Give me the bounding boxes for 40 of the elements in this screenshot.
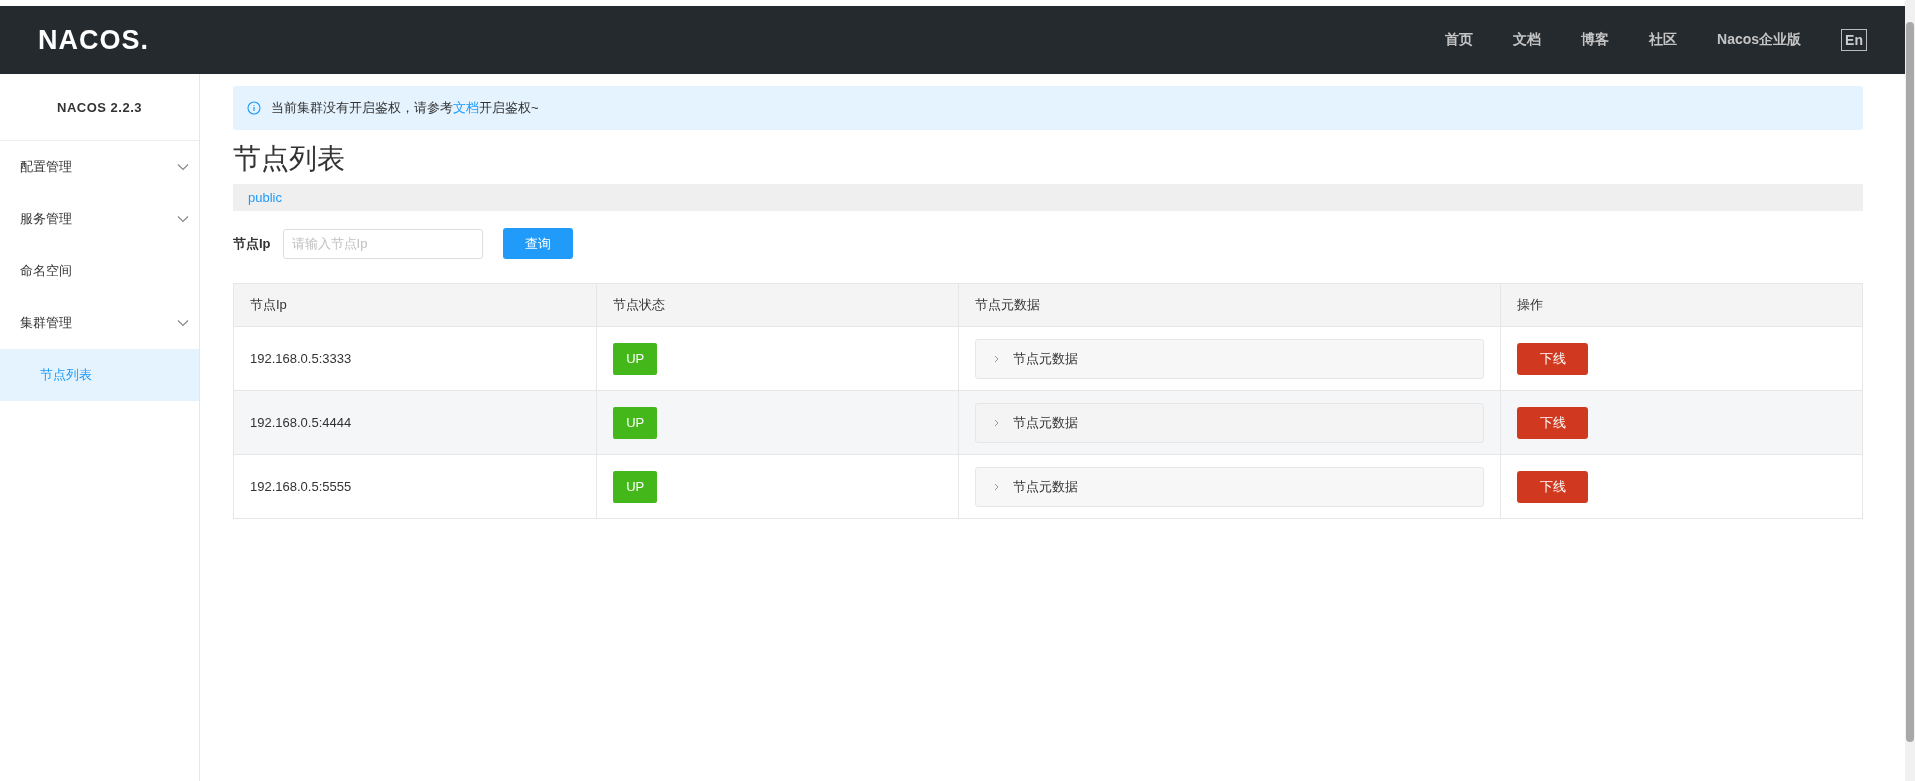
table-cell: 192.168.0.5:3333: [233, 326, 597, 391]
page-title: 节点列表: [233, 142, 346, 176]
sidebar-item[interactable]: 集群管理: [0, 297, 199, 349]
nav-link[interactable]: Nacos企业版: [1717, 31, 1802, 49]
column-header: 节点Ip: [233, 283, 597, 327]
chevron-right-icon: [993, 354, 999, 363]
chevron-down-icon: [177, 163, 189, 171]
node-ip-input[interactable]: 请输入节点Ip: [282, 228, 483, 259]
status-tag: UP: [613, 342, 658, 375]
search-label: 节点Ip: [233, 234, 271, 253]
nav-link[interactable]: 博客: [1581, 31, 1610, 49]
offline-button[interactable]: 下线: [1517, 406, 1589, 439]
notice-text: 当前集群没有开启鉴权，请参考文档开启鉴权~: [271, 99, 539, 117]
chevron-right-icon: [993, 482, 999, 491]
chevron-right-icon: [993, 418, 999, 427]
column-header: 节点元数据: [958, 283, 1501, 327]
chevron-down-icon: [177, 215, 189, 223]
chevron-down-icon: [177, 319, 189, 327]
version-title: NACOS 2.2.3: [57, 99, 142, 115]
status-tag: UP: [613, 406, 658, 439]
table-cell: 192.168.0.5:4444: [233, 390, 597, 455]
language-button[interactable]: En: [1841, 29, 1867, 51]
sidebar-item[interactable]: 配置管理: [0, 141, 199, 193]
metadata-collapse[interactable]: 节点元数据: [974, 402, 1485, 443]
offline-button[interactable]: 下线: [1517, 470, 1589, 503]
offline-button[interactable]: 下线: [1517, 342, 1589, 375]
status-tag: UP: [613, 470, 658, 503]
column-header: 操作: [1500, 283, 1863, 327]
sidebar-item[interactable]: 服务管理: [0, 193, 199, 245]
nav-link[interactable]: 文档: [1513, 31, 1542, 49]
info-icon: [247, 101, 261, 115]
nav-link[interactable]: 社区: [1649, 31, 1678, 49]
table-cell: 192.168.0.5:5555: [233, 454, 597, 519]
metadata-collapse[interactable]: 节点元数据: [974, 466, 1485, 507]
metadata-collapse[interactable]: 节点元数据: [974, 338, 1485, 379]
column-header: 节点状态: [596, 283, 959, 327]
nav-link[interactable]: 首页: [1445, 31, 1474, 49]
sidebar-item[interactable]: 命名空间: [0, 245, 199, 297]
scrollbar[interactable]: [1905, 0, 1915, 781]
nacos-logo[interactable]: NACOS.: [38, 24, 149, 56]
